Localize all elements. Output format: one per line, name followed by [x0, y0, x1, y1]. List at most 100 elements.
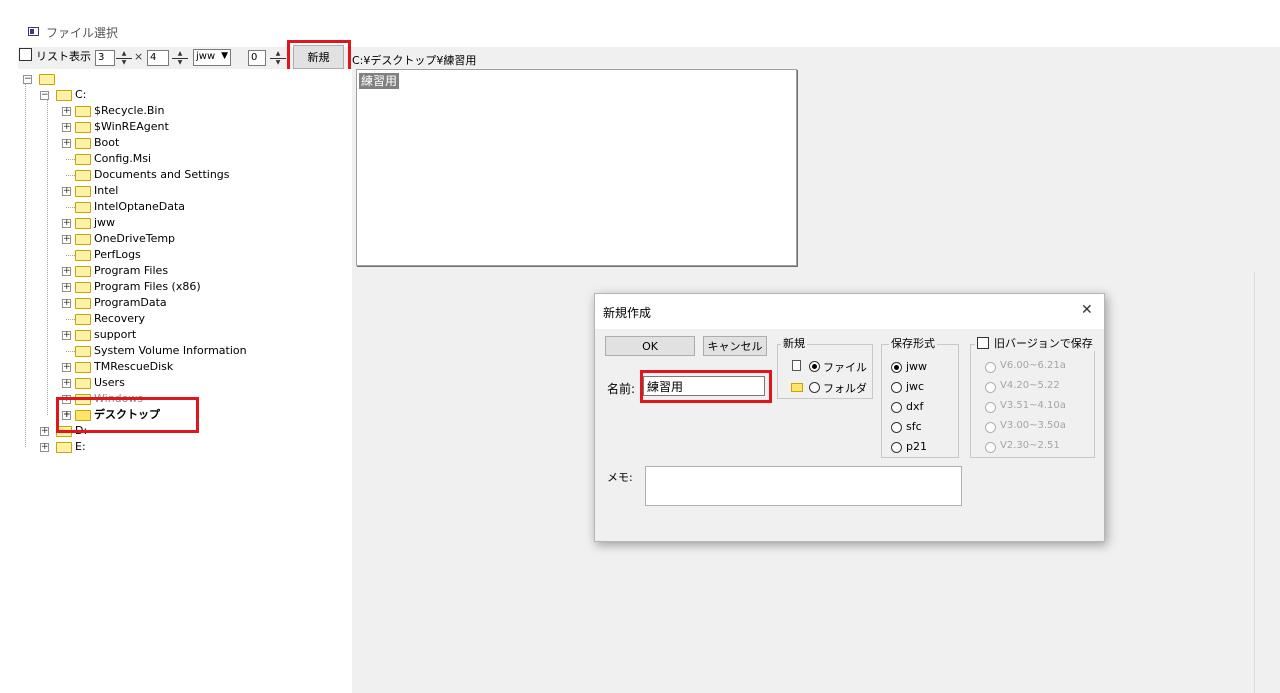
radio-p21-label: p21: [906, 440, 927, 453]
folder-icon: [75, 234, 91, 245]
radio-v230[interactable]: [985, 442, 996, 453]
expand-icon[interactable]: +: [62, 219, 71, 228]
number-spinner[interactable]: ▲ ▼: [270, 50, 286, 66]
close-icon[interactable]: ✕: [1081, 302, 1093, 318]
folder-icon: [75, 250, 91, 261]
tree-item[interactable]: + Users: [60, 375, 200, 391]
expand-icon[interactable]: +: [40, 427, 49, 436]
number-input[interactable]: 0: [248, 50, 266, 66]
name-label: 名前:: [607, 382, 636, 396]
folder-icon: [75, 330, 91, 341]
collapse-icon[interactable]: −: [40, 91, 49, 100]
tree-item[interactable]: + jww: [60, 215, 200, 231]
spin-down-icon[interactable]: ▼: [116, 58, 132, 66]
radio-file-label: ファイル: [823, 361, 867, 374]
tree-item[interactable]: + Program Files: [60, 263, 200, 279]
cancel-button[interactable]: キャンセル: [703, 336, 767, 356]
spin-up-icon[interactable]: ▲: [270, 50, 286, 58]
radio-jww[interactable]: [891, 362, 902, 373]
tree-item[interactable]: System Volume Information: [60, 343, 260, 359]
radio-sfc-label: sfc: [906, 420, 922, 433]
folder-icon: [75, 106, 91, 117]
chevron-down-icon: ▼: [221, 51, 228, 61]
memo-input[interactable]: [645, 466, 962, 506]
spin-up-icon[interactable]: ▲: [116, 50, 132, 58]
radio-sfc[interactable]: [891, 422, 902, 433]
spin-down-icon[interactable]: ▼: [270, 58, 286, 66]
expand-icon[interactable]: +: [62, 267, 71, 276]
columns-spinner[interactable]: ▲ ▼: [116, 50, 132, 66]
tree-item[interactable]: Config.Msi: [60, 151, 220, 167]
radio-v300-label: V3.00~3.50a: [1000, 420, 1066, 431]
radio-dxf[interactable]: [891, 402, 902, 413]
radio-file[interactable]: [809, 361, 820, 372]
radio-v600[interactable]: [985, 362, 996, 373]
folder-icon: [75, 362, 91, 373]
columns-input[interactable]: 3: [95, 50, 115, 66]
tree-item-c-drive[interactable]: − C:: [38, 87, 98, 103]
tree-item[interactable]: + $WinREAgent: [60, 119, 200, 135]
tree-root[interactable]: −: [21, 71, 61, 87]
radio-folder[interactable]: [809, 382, 820, 393]
list-view-checkbox[interactable]: [19, 48, 32, 61]
folder-icon: [75, 202, 91, 213]
expand-icon[interactable]: +: [62, 299, 71, 308]
current-path: C:¥デスクトップ¥練習用: [352, 54, 477, 67]
window-title: ファイル選択: [46, 26, 119, 40]
folder-tree[interactable]: − − C: + $Recycle.Bin + $WinREAgent + Bo…: [18, 69, 352, 693]
highlight-name-input: [640, 370, 772, 403]
radio-dxf-label: dxf: [906, 400, 924, 413]
expand-icon[interactable]: +: [62, 123, 71, 132]
old-version-checkbox[interactable]: [977, 337, 989, 349]
file-icon: [792, 360, 801, 371]
radio-v300[interactable]: [985, 422, 996, 433]
tree-item-e-drive[interactable]: + E:: [38, 439, 98, 455]
extension-select[interactable]: jww ▼: [193, 49, 231, 66]
tree-item[interactable]: Documents and Settings: [60, 167, 240, 183]
tree-item[interactable]: + $Recycle.Bin: [60, 103, 200, 119]
radio-jwc-label: jwc: [906, 380, 925, 393]
preview-pane[interactable]: [356, 69, 797, 266]
expand-icon[interactable]: +: [62, 331, 71, 340]
tree-item[interactable]: + TMRescueDisk: [60, 359, 200, 375]
tree-item[interactable]: Recovery: [60, 311, 200, 327]
tree-item[interactable]: + ProgramData: [60, 295, 200, 311]
radio-v420[interactable]: [985, 382, 996, 393]
folder-icon: [75, 282, 91, 293]
spin-down-icon[interactable]: ▼: [172, 58, 188, 66]
expand-icon[interactable]: +: [62, 235, 71, 244]
tree-item[interactable]: PerfLogs: [60, 247, 200, 263]
radio-p21[interactable]: [891, 442, 902, 453]
radio-v351[interactable]: [985, 402, 996, 413]
expand-icon[interactable]: +: [40, 443, 49, 452]
tree-item[interactable]: + Intel: [60, 183, 200, 199]
folder-icon: [39, 74, 55, 85]
rows-spinner[interactable]: ▲ ▼: [172, 50, 188, 66]
tree-item[interactable]: + Boot: [60, 135, 200, 151]
tree-item[interactable]: IntelOptaneData: [60, 199, 220, 215]
ok-button[interactable]: OK: [605, 336, 695, 356]
tree-item[interactable]: + OneDriveTemp: [60, 231, 200, 247]
collapse-icon[interactable]: −: [23, 75, 32, 84]
folder-icon: [56, 90, 72, 101]
radio-folder-label: フォルダ: [823, 382, 867, 395]
expand-icon[interactable]: +: [62, 379, 71, 388]
tree-item[interactable]: + support: [60, 327, 200, 343]
folder-icon: [75, 346, 91, 357]
rows-input[interactable]: 4: [147, 50, 169, 66]
preview-folder-tag[interactable]: 練習用: [359, 73, 400, 89]
expand-icon[interactable]: +: [62, 283, 71, 292]
expand-icon[interactable]: +: [62, 139, 71, 148]
radio-jwc[interactable]: [891, 382, 902, 393]
radio-v420-label: V4.20~5.22: [1000, 380, 1060, 391]
right-divider: [1254, 272, 1255, 693]
expand-icon[interactable]: +: [62, 187, 71, 196]
format-group-label: 保存形式: [889, 337, 937, 350]
tree-item[interactable]: + Program Files (x86): [60, 279, 230, 295]
expand-icon[interactable]: +: [62, 107, 71, 116]
folder-icon: [75, 122, 91, 133]
folder-icon: [75, 154, 91, 165]
spin-up-icon[interactable]: ▲: [172, 50, 188, 58]
expand-icon[interactable]: +: [62, 363, 71, 372]
old-version-label: 旧バージョンで保存: [994, 337, 1093, 350]
